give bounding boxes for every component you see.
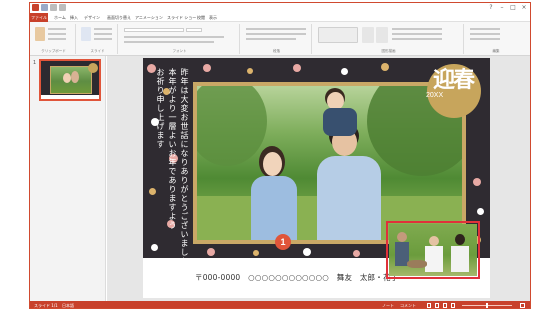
badge-year: 20XX [426,92,444,99]
slide-edit-area: 昨年は大変お世話になりありがとうございました。 本年がより一層よいお年であります… [107,56,530,301]
redo-icon[interactable] [59,4,66,11]
reading-view-icon[interactable] [443,303,447,308]
plum-blossom-decoration [477,208,484,215]
photo-frame [193,82,466,244]
slide-thumbnail-panel: 1 [30,56,106,301]
group-label: 段落 [273,49,280,53]
slide-thumbnail-1[interactable] [39,59,101,101]
group-clipboard: クリップボード [32,24,76,54]
ribbon: クリップボード スライド フォント 段落 図形描画 編集 [30,22,530,56]
group-label: スライド [90,49,105,53]
title-bar: ? – □ × [30,3,530,13]
plum-blossom-decoration [473,178,481,186]
plum-blossom-decoration [303,248,311,256]
font-size-select[interactable] [186,28,202,32]
notes-button[interactable]: ノート [382,301,394,308]
ribbon-tabs: ファイル ホーム 挿入 デザイン 画面切り替え アニメーション スライド ショー… [30,13,530,22]
geishun-title: 迎春 [433,67,475,93]
tab-slideshow[interactable]: スライド ショー [167,13,196,22]
group-drawing: 図形描画 [314,24,464,54]
selection-highlight [386,221,480,279]
plum-blossom-decoration [207,248,215,256]
app-icon [32,4,39,11]
tab-review[interactable]: 校閲 [197,13,205,22]
plum-blossom-decoration [203,64,211,72]
slide-sorter-icon[interactable] [435,303,439,308]
status-bar: スライド 1/1 日本語 ノート コメント [30,301,530,308]
thumbnail-number: 1 [33,60,37,66]
plum-blossom-decoration [253,250,259,256]
fit-to-window-icon[interactable] [520,303,525,308]
arrange-button[interactable] [362,27,374,43]
plum-blossom-decoration [381,63,389,71]
plum-blossom-decoration [353,250,360,257]
callout-number-badge: 1 [275,234,291,250]
minimize-icon[interactable]: – [498,4,506,11]
maximize-icon[interactable]: □ [509,4,517,11]
language-indicator[interactable]: 日本語 [62,301,74,308]
paste-button[interactable] [35,27,45,41]
group-label: フォント [172,49,187,53]
greeting-line-1[interactable]: 昨年は大変お世話になりありがとうございました。 [179,68,189,275]
group-slides: スライド [78,24,118,54]
greeting-line-3[interactable]: お祈り申し上げます [155,68,165,149]
tab-home[interactable]: ホーム [54,13,66,22]
group-label: 図形描画 [381,49,396,53]
window-controls: ? – □ × [487,4,528,11]
normal-view-icon[interactable] [427,303,431,308]
comments-button[interactable]: コメント [400,301,416,308]
shapes-gallery[interactable] [318,27,358,43]
undo-icon[interactable] [50,4,57,11]
plum-blossom-decoration [151,244,158,251]
plum-blossom-decoration [341,68,348,75]
font-name-select[interactable] [124,28,184,32]
family-photo[interactable] [197,86,462,240]
group-label: 編集 [492,49,500,53]
group-font: フォント [120,24,240,54]
group-label: クリップボード [41,49,66,53]
quick-access-toolbar [32,4,66,11]
sender-address[interactable]: 〒000-0000 ○○○○○○○○○○○○ 舞友 太郎・花子 [195,272,398,283]
new-slide-button[interactable] [81,27,91,41]
slide-count: スライド 1/1 [34,303,58,308]
group-editing: 編集 [466,24,526,54]
plum-blossom-decoration [293,64,301,72]
tab-view[interactable]: 表示 [209,13,217,22]
help-icon[interactable]: ? [487,4,495,11]
tab-insert[interactable]: 挿入 [70,13,78,22]
slideshow-icon[interactable] [451,303,455,308]
tab-file[interactable]: ファイル [30,13,48,22]
greeting-line-2[interactable]: 本年がより一層よいお年でありますよう [167,68,177,230]
plum-blossom-decoration [247,68,253,74]
group-paragraph: 段落 [242,24,312,54]
tab-animations[interactable]: アニメーション [135,13,163,22]
powerpoint-window: ? – □ × ファイル ホーム 挿入 デザイン 画面切り替え アニメーション … [29,2,531,309]
tab-transitions[interactable]: 画面切り替え [107,13,131,22]
close-icon[interactable]: × [520,4,528,11]
save-icon[interactable] [41,4,48,11]
plum-blossom-decoration [149,188,156,195]
tab-design[interactable]: デザイン [84,13,100,22]
slide-canvas[interactable]: 昨年は大変お世話になりありがとうございました。 本年がより一層よいお年であります… [143,58,490,298]
zoom-slider-knob[interactable] [486,303,488,308]
quick-styles-button[interactable] [376,27,388,43]
